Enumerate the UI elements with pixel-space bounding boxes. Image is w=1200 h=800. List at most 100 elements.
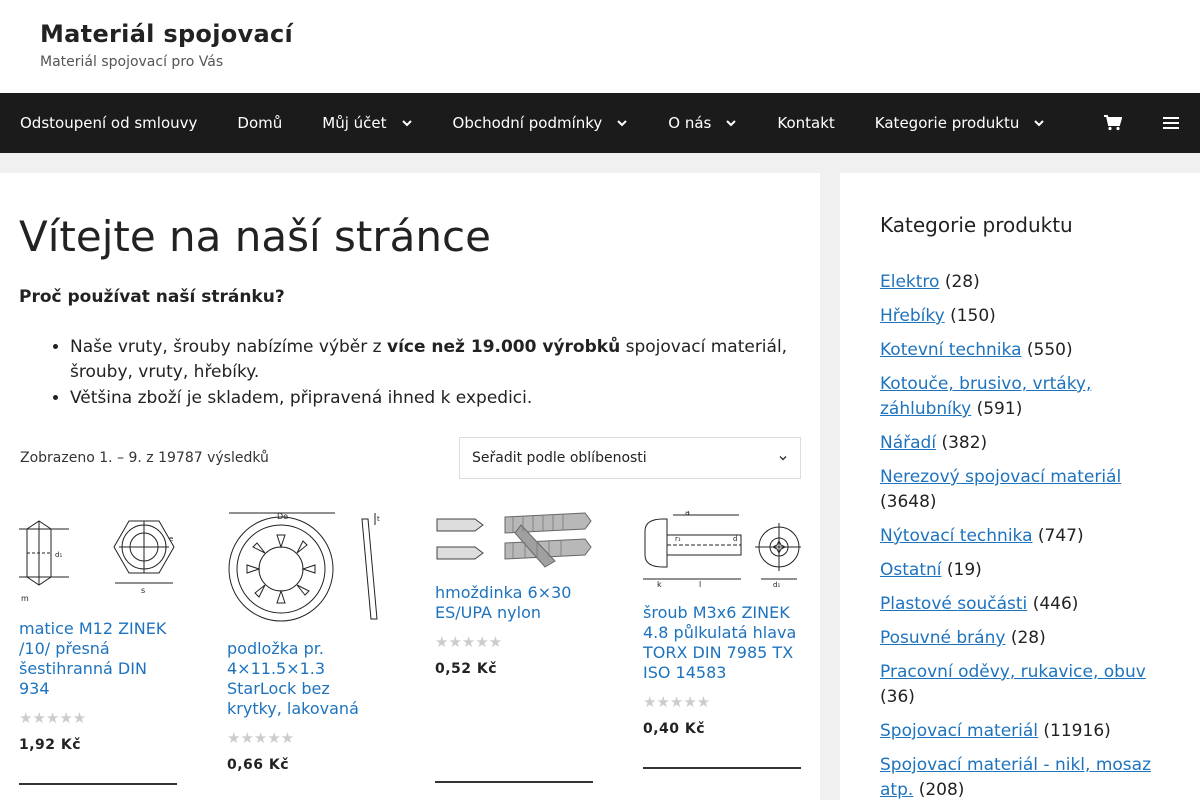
product-card: hmoždinka 6×30 ES/UPA nylon ★★★★★ 0,52 K… bbox=[435, 511, 593, 800]
category-count: (19) bbox=[946, 560, 982, 580]
product-price: 1,92 Kč bbox=[19, 737, 82, 754]
nav-label: Kontakt bbox=[777, 114, 835, 132]
benefits-list: Naše vruty, šrouby nabízíme výběr z více… bbox=[19, 335, 801, 411]
bullet-emphasis: více než 19.000 výrobků bbox=[386, 337, 621, 358]
list-item: Ostatní (19) bbox=[880, 558, 1160, 583]
hamburger-icon bbox=[1163, 117, 1179, 129]
nav-item-obchodni-podminky[interactable]: Obchodní podmínky bbox=[453, 114, 629, 132]
category-count: (208) bbox=[918, 780, 965, 800]
category-link-naradi[interactable]: Nářadí bbox=[880, 433, 936, 453]
svg-text:m: m bbox=[21, 594, 29, 603]
list-item: Nerezový spojovací materiál (3648) bbox=[880, 465, 1160, 515]
list-item: Spojovací materiál - nikl, mosaz atp. (2… bbox=[880, 753, 1160, 800]
star-rating: ★★★★★ bbox=[19, 709, 177, 728]
svg-text:d₁: d₁ bbox=[55, 551, 62, 559]
sidebar: Kategorie produktu Elektro (28) Hřebíky … bbox=[840, 173, 1200, 800]
page-title: Vítejte na naší stránce bbox=[19, 212, 491, 261]
category-count: (3648) bbox=[880, 492, 937, 512]
product-title-link[interactable]: hmoždinka 6×30 ES/UPA nylon bbox=[435, 583, 593, 623]
list-item: Kotevní technika (550) bbox=[880, 338, 1160, 363]
product-card: De t podložka pr. 4×11.5×1.3 StarLock be… bbox=[227, 511, 385, 800]
nav-label: O nás bbox=[668, 114, 712, 132]
category-link-nerezovy[interactable]: Nerezový spojovací materiál bbox=[880, 467, 1121, 487]
product-title-link[interactable]: podložka pr. 4×11.5×1.3 StarLock bez kry… bbox=[227, 639, 385, 719]
list-item: Většina zboží je skladem, připravená ihn… bbox=[70, 386, 801, 411]
nav-item-kontakt[interactable]: Kontakt bbox=[777, 114, 834, 132]
category-count: (36) bbox=[880, 687, 915, 707]
svg-text:k: k bbox=[657, 580, 662, 589]
site-title[interactable]: Materiál spojovací bbox=[40, 20, 1160, 48]
site-tagline: Materiál spojovací pro Vás bbox=[40, 54, 224, 70]
list-item: Hřebíky (150) bbox=[880, 304, 1160, 329]
shop-toolbar: Zobrazeno 1. – 9. z 19787 výsledků Seřad… bbox=[19, 437, 801, 480]
category-link-kotevni-technika[interactable]: Kotevní technika bbox=[880, 340, 1022, 360]
product-image-hex-nut[interactable]: m d₁ s e bbox=[19, 511, 177, 608]
divider bbox=[19, 783, 177, 786]
category-link-ostatni[interactable]: Ostatní bbox=[880, 560, 941, 580]
list-item: Elektro (28) bbox=[880, 270, 1160, 295]
svg-text:e: e bbox=[169, 535, 173, 543]
nav-label: Obchodní podmínky bbox=[452, 114, 603, 132]
star-rating: ★★★★★ bbox=[227, 729, 385, 748]
product-image-starlock-washer[interactable]: De t bbox=[227, 511, 385, 628]
category-link-plastove[interactable]: Plastové součásti bbox=[880, 594, 1027, 614]
svg-text:De: De bbox=[277, 512, 288, 521]
product-title-link[interactable]: šroub M3x6 ZINEK 4.8 půlkulatá hlava TOR… bbox=[643, 603, 801, 683]
list-item: Nářadí (382) bbox=[880, 431, 1160, 456]
category-link-posuvne-brany[interactable]: Posuvné brány bbox=[880, 628, 1005, 648]
nav-label: Kategorie produktu bbox=[874, 114, 1020, 132]
category-list: Elektro (28) Hřebíky (150) Kotevní techn… bbox=[880, 270, 1160, 800]
category-link-elektro[interactable]: Elektro bbox=[880, 272, 939, 292]
svg-text:d: d bbox=[733, 535, 737, 543]
category-count: (11916) bbox=[1043, 721, 1111, 741]
list-item: Plastové součásti (446) bbox=[880, 592, 1160, 617]
svg-text:s: s bbox=[141, 586, 145, 595]
product-card: m d₁ s e matice M12 ZINEK /10/ přesná še… bbox=[19, 511, 177, 800]
star-icon: ★★★★★ bbox=[435, 633, 503, 652]
chevron-down-icon bbox=[401, 120, 412, 127]
category-count: (150) bbox=[950, 306, 996, 326]
chevron-down-icon bbox=[1034, 120, 1045, 127]
category-count: (446) bbox=[1032, 594, 1079, 614]
sort-select[interactable]: Seřadit podle oblíbenosti bbox=[459, 437, 801, 480]
product-image-torx-screw[interactable]: a k l r₁ d d₁ bbox=[643, 511, 801, 592]
divider bbox=[435, 781, 593, 784]
list-item: Nýtovací technika (747) bbox=[880, 524, 1160, 549]
cart-button[interactable] bbox=[1084, 93, 1142, 153]
star-icon: ★★★★★ bbox=[227, 729, 295, 748]
category-link-pracovni-odevy[interactable]: Pracovní oděvy, rukavice, obuv bbox=[880, 662, 1146, 682]
category-count: (747) bbox=[1037, 526, 1084, 546]
product-title-link[interactable]: matice M12 ZINEK /10/ přesná šestihranná… bbox=[19, 619, 177, 699]
nav-item-odstoupeni[interactable]: Odstoupení od smlouvy bbox=[20, 114, 197, 132]
menu-toggle-button[interactable] bbox=[1142, 93, 1200, 153]
content-container: Vítejte na naší stránce Proč používat na… bbox=[0, 153, 1200, 800]
list-item: Kotouče, brusivo, vrtáky, záhlubníky (59… bbox=[880, 372, 1160, 422]
bullet-text: Naše vruty, šrouby nabízíme výběr z bbox=[70, 337, 387, 358]
nav-item-muj-ucet[interactable]: Můj účet bbox=[322, 114, 412, 132]
category-link-spojovaci-material[interactable]: Spojovací materiál bbox=[880, 721, 1038, 741]
chevron-down-icon bbox=[779, 456, 787, 461]
main-nav: Odstoupení od smlouvy Domů Můj účet Obch… bbox=[0, 93, 1200, 153]
list-item: Spojovací materiál (11916) bbox=[880, 719, 1160, 744]
nav-item-kategorie-produktu[interactable]: Kategorie produktu bbox=[875, 114, 1046, 132]
product-price: 0,66 Kč bbox=[227, 757, 290, 774]
product-price: 0,40 Kč bbox=[643, 721, 706, 738]
product-image-wall-plug[interactable] bbox=[435, 511, 593, 572]
sidebar-title: Kategorie produktu bbox=[880, 213, 1073, 237]
sort-selected-value: Seřadit podle oblíbenosti bbox=[472, 450, 647, 467]
list-item: Pracovní oděvy, rukavice, obuv (36) bbox=[880, 660, 1160, 710]
intro-heading: Proč používat naší stránku? bbox=[19, 287, 285, 308]
nav-label: Domů bbox=[237, 114, 283, 132]
nav-item-domu[interactable]: Domů bbox=[237, 114, 282, 132]
category-count: (550) bbox=[1026, 340, 1073, 360]
svg-text:a: a bbox=[685, 511, 690, 517]
category-link-nytovaci[interactable]: Nýtovací technika bbox=[880, 526, 1033, 546]
star-icon: ★★★★★ bbox=[19, 709, 87, 728]
svg-text:l: l bbox=[699, 580, 701, 589]
result-count: Zobrazeno 1. – 9. z 19787 výsledků bbox=[20, 450, 269, 467]
nav-item-o-nas[interactable]: O nás bbox=[668, 114, 737, 132]
category-link-hrebiky[interactable]: Hřebíky bbox=[880, 306, 945, 326]
category-count: (28) bbox=[1010, 628, 1046, 648]
star-icon: ★★★★★ bbox=[643, 693, 711, 712]
chevron-down-icon bbox=[617, 120, 627, 127]
